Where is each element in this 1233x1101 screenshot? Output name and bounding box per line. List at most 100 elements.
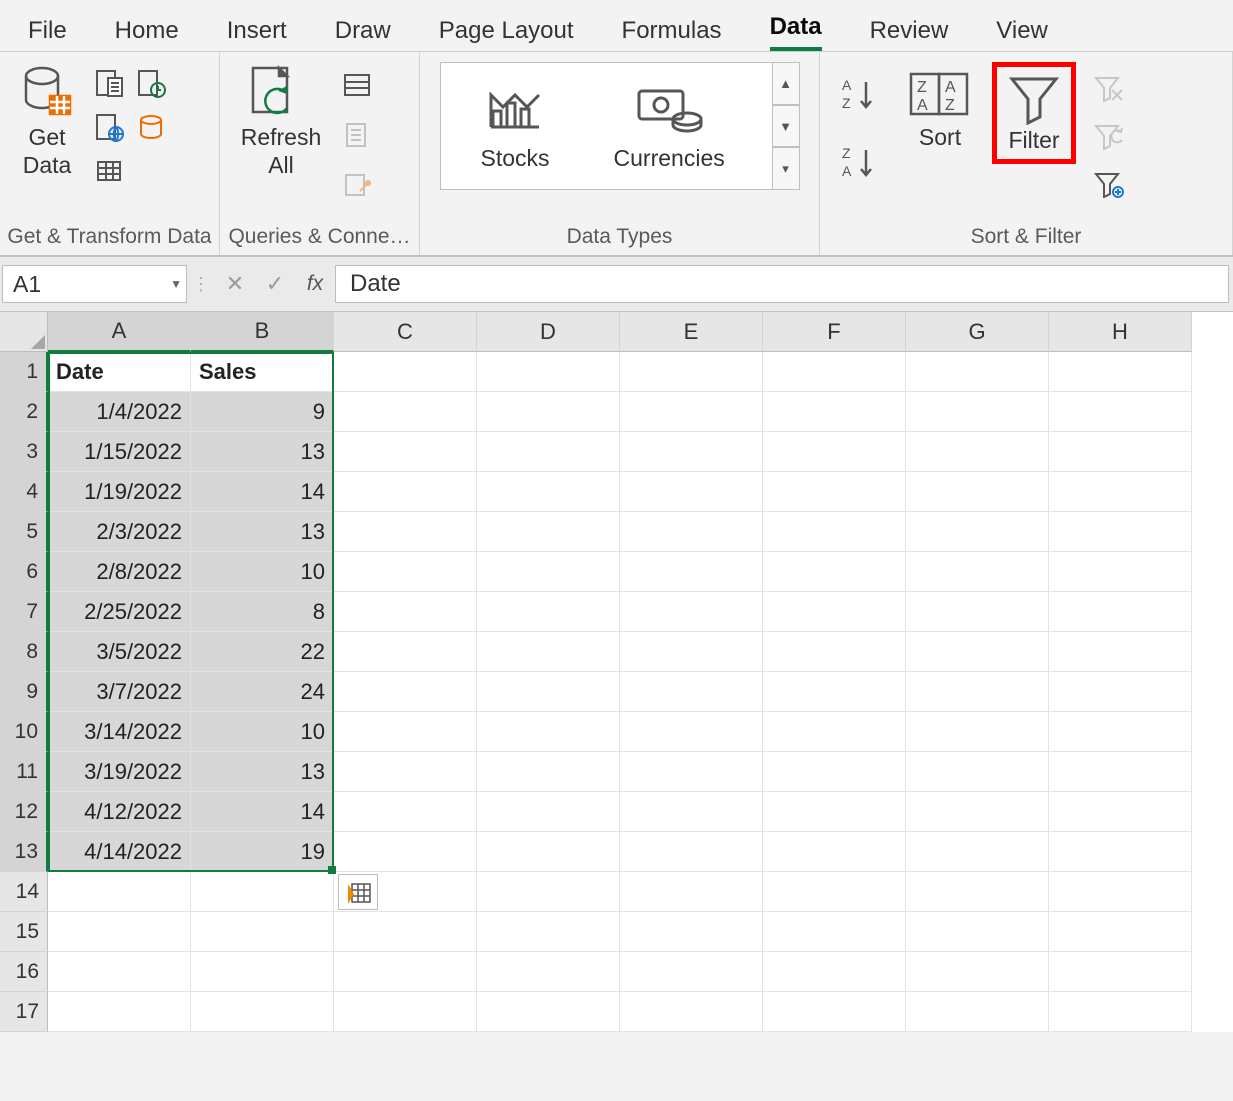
existing-connections-icon[interactable] xyxy=(134,110,168,144)
cell[interactable] xyxy=(620,632,763,672)
row-header[interactable]: 17 xyxy=(0,992,48,1032)
cell[interactable] xyxy=(1049,832,1192,872)
cell[interactable] xyxy=(620,512,763,552)
row-header[interactable]: 10 xyxy=(0,712,48,752)
cell[interactable] xyxy=(763,512,906,552)
cell[interactable]: 4/14/2022 xyxy=(48,832,191,872)
from-table-range-icon[interactable] xyxy=(92,154,126,188)
cell[interactable] xyxy=(763,432,906,472)
cell[interactable] xyxy=(620,792,763,832)
row-header[interactable]: 6 xyxy=(0,552,48,592)
cell[interactable]: 8 xyxy=(191,592,334,632)
row-header[interactable]: 2 xyxy=(0,392,48,432)
cell[interactable] xyxy=(1049,872,1192,912)
cell[interactable] xyxy=(334,672,477,712)
cell[interactable] xyxy=(906,752,1049,792)
col-header[interactable]: F xyxy=(763,312,906,352)
cell[interactable] xyxy=(477,712,620,752)
cell[interactable] xyxy=(191,952,334,992)
cell[interactable] xyxy=(1049,792,1192,832)
cell[interactable] xyxy=(620,352,763,392)
sort-button[interactable]: ZAAZ Sort xyxy=(898,62,982,156)
cancel-formula-button[interactable]: ✕ xyxy=(215,271,255,297)
cell[interactable] xyxy=(906,952,1049,992)
gallery-up-button[interactable]: ▲ xyxy=(772,62,800,105)
cell[interactable] xyxy=(477,432,620,472)
cell[interactable] xyxy=(477,512,620,552)
cell[interactable] xyxy=(191,912,334,952)
cell[interactable] xyxy=(334,832,477,872)
cell[interactable] xyxy=(1049,672,1192,712)
cell[interactable] xyxy=(334,552,477,592)
cell[interactable] xyxy=(1049,552,1192,592)
cell[interactable]: Date xyxy=(48,352,191,392)
tab-data[interactable]: Data xyxy=(770,13,822,51)
row-header[interactable]: 3 xyxy=(0,432,48,472)
cell[interactable] xyxy=(763,952,906,992)
cell[interactable] xyxy=(763,392,906,432)
row-header[interactable]: 5 xyxy=(0,512,48,552)
cell[interactable] xyxy=(477,792,620,832)
cell[interactable] xyxy=(334,752,477,792)
cell[interactable] xyxy=(477,472,620,512)
cell[interactable] xyxy=(906,672,1049,712)
cell[interactable] xyxy=(1049,472,1192,512)
cell[interactable]: 19 xyxy=(191,832,334,872)
cell[interactable] xyxy=(48,872,191,912)
sort-desc-button[interactable]: ZA xyxy=(836,140,880,184)
tab-view[interactable]: View xyxy=(996,17,1048,51)
col-header[interactable]: D xyxy=(477,312,620,352)
cell[interactable] xyxy=(620,592,763,632)
cell[interactable] xyxy=(334,472,477,512)
cell[interactable] xyxy=(334,632,477,672)
cell[interactable] xyxy=(763,472,906,512)
tab-file[interactable]: File xyxy=(28,17,67,51)
cell[interactable] xyxy=(1049,632,1192,672)
cell[interactable] xyxy=(906,912,1049,952)
cell[interactable] xyxy=(763,632,906,672)
cell[interactable] xyxy=(620,672,763,712)
row-header[interactable]: 1 xyxy=(0,352,48,392)
cell[interactable] xyxy=(477,592,620,632)
cell[interactable] xyxy=(906,352,1049,392)
row-header[interactable]: 4 xyxy=(0,472,48,512)
cell[interactable]: 10 xyxy=(191,712,334,752)
cell[interactable]: 2/25/2022 xyxy=(48,592,191,632)
cell[interactable] xyxy=(48,912,191,952)
cell[interactable] xyxy=(906,792,1049,832)
data-type-stocks[interactable]: Stocks xyxy=(481,81,550,172)
cell[interactable] xyxy=(620,432,763,472)
edit-links-icon[interactable] xyxy=(340,168,374,202)
row-header[interactable]: 9 xyxy=(0,672,48,712)
name-box[interactable]: A1 ▼ xyxy=(2,265,187,303)
cell[interactable] xyxy=(477,952,620,992)
get-data-button[interactable]: Get Data xyxy=(6,58,88,183)
cell[interactable] xyxy=(620,472,763,512)
formula-input[interactable]: Date xyxy=(335,265,1229,303)
cell[interactable]: 10 xyxy=(191,552,334,592)
col-header[interactable]: G xyxy=(906,312,1049,352)
cell[interactable] xyxy=(620,912,763,952)
cell[interactable]: 13 xyxy=(191,512,334,552)
cell[interactable] xyxy=(906,592,1049,632)
row-header[interactable]: 15 xyxy=(0,912,48,952)
cell[interactable]: 2/8/2022 xyxy=(48,552,191,592)
name-box-dropdown-icon[interactable]: ▼ xyxy=(170,277,182,291)
refresh-all-button[interactable]: Refresh All xyxy=(226,58,336,183)
from-text-csv-icon[interactable] xyxy=(92,66,126,100)
cell[interactable]: 3/7/2022 xyxy=(48,672,191,712)
cell[interactable] xyxy=(477,832,620,872)
cell[interactable]: 1/4/2022 xyxy=(48,392,191,432)
cell[interactable] xyxy=(620,752,763,792)
cell[interactable] xyxy=(334,912,477,952)
cell[interactable] xyxy=(334,952,477,992)
row-header[interactable]: 12 xyxy=(0,792,48,832)
cell[interactable] xyxy=(763,872,906,912)
tab-draw[interactable]: Draw xyxy=(335,17,391,51)
gallery-more-button[interactable]: ▾ xyxy=(772,147,800,190)
tab-page-layout[interactable]: Page Layout xyxy=(439,17,574,51)
cell[interactable] xyxy=(763,832,906,872)
cell[interactable] xyxy=(620,392,763,432)
cell[interactable] xyxy=(763,752,906,792)
data-type-currencies[interactable]: Currencies xyxy=(614,81,725,172)
